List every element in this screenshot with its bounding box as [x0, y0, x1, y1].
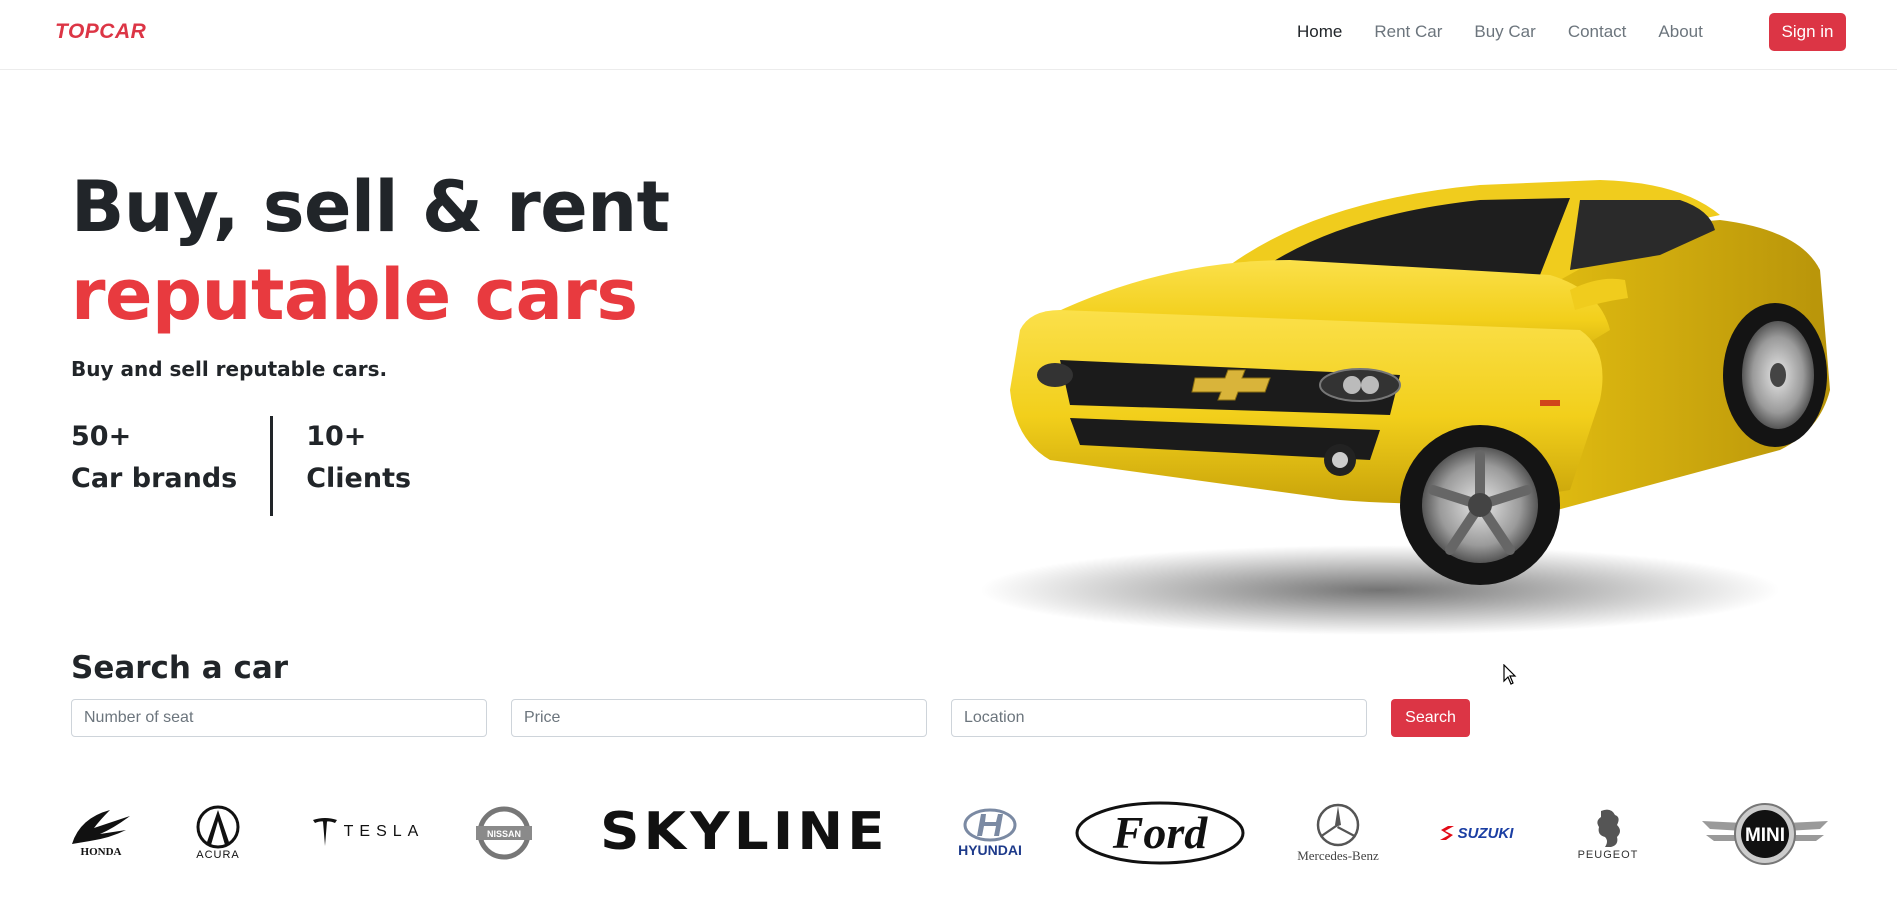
- nav-link-contact[interactable]: Contact: [1568, 22, 1627, 42]
- honda-wing-icon: [72, 810, 130, 844]
- ford-logo[interactable]: Ford: [1074, 799, 1246, 867]
- stat-label: Clients: [306, 463, 412, 494]
- nav-link-rent-car[interactable]: Rent Car: [1374, 22, 1442, 42]
- yellow-sports-car-illustration: [980, 180, 1830, 635]
- ford-oval-icon: Ford: [1075, 801, 1245, 865]
- hero-car-image: [960, 160, 1840, 640]
- mini-logo[interactable]: MINI: [1700, 801, 1830, 867]
- svg-text:Ford: Ford: [1112, 807, 1209, 858]
- seat-count-input[interactable]: [71, 699, 487, 737]
- hero-title-line2: reputable cars: [71, 254, 638, 336]
- stat-car-brands: 50+ Car brands: [71, 416, 274, 516]
- hero-stats: 50+ Car brands 10+ Clients: [71, 416, 411, 516]
- search-title: Search a car: [71, 650, 289, 686]
- brand-logo-strip: HONDA ACURA TESLA NISSAN SKYLINE HYUNDAI…: [68, 795, 1832, 875]
- svg-text:MINI: MINI: [1745, 825, 1785, 846]
- stat-label: Car brands: [71, 463, 238, 494]
- suzuki-s-icon: [1439, 826, 1454, 840]
- nav-link-buy-car[interactable]: Buy Car: [1474, 22, 1535, 42]
- nissan-emblem-icon: NISSAN: [476, 806, 532, 860]
- mouse-cursor-icon: [1503, 664, 1517, 685]
- peugeot-lion-icon: [1597, 809, 1620, 847]
- sign-in-button[interactable]: Sign in: [1769, 13, 1846, 51]
- search-button[interactable]: Search: [1391, 699, 1470, 737]
- mercedes-benz-logo[interactable]: Mercedes-Benz: [1286, 801, 1390, 865]
- navbar: TOPCAR Home Rent Car Buy Car Contact Abo…: [0, 0, 1897, 70]
- nav-link-home[interactable]: Home: [1297, 22, 1342, 42]
- stat-value: 10+: [306, 421, 367, 452]
- price-input[interactable]: [511, 699, 927, 737]
- hyundai-h-icon: [963, 808, 1017, 842]
- hero-subtitle: Buy and sell reputable cars.: [71, 357, 388, 381]
- honda-logo[interactable]: HONDA: [68, 805, 134, 861]
- brand-logo[interactable]: TOPCAR: [55, 20, 146, 44]
- hyundai-logo[interactable]: HYUNDAI: [944, 803, 1036, 863]
- nav-link-about[interactable]: About: [1658, 22, 1702, 42]
- search-form: Search: [71, 699, 1470, 737]
- skyline-logo[interactable]: SKYLINE: [588, 802, 900, 862]
- mini-wings-icon: MINI: [1702, 803, 1828, 865]
- stat-value: 50+: [71, 421, 132, 452]
- tesla-logo[interactable]: TESLA: [308, 815, 428, 849]
- hero-title-line1: Buy, sell & rent: [71, 166, 670, 248]
- tesla-t-icon: [312, 818, 337, 846]
- hero-title: Buy, sell & rent reputable cars: [71, 163, 670, 339]
- mercedes-star-icon: [1316, 803, 1360, 847]
- location-input[interactable]: [951, 699, 1367, 737]
- peugeot-logo[interactable]: PEUGEOT: [1566, 803, 1650, 865]
- suzuki-logo[interactable]: SUZUKI: [1430, 819, 1522, 847]
- nav-links: Home Rent Car Buy Car Contact About: [1297, 22, 1735, 42]
- acura-logo[interactable]: ACURA: [186, 803, 250, 863]
- stat-clients: 10+ Clients: [273, 416, 411, 516]
- nissan-logo[interactable]: NISSAN: [473, 805, 535, 861]
- acura-caliper-icon: [196, 805, 240, 849]
- svg-text:NISSAN: NISSAN: [487, 829, 521, 839]
